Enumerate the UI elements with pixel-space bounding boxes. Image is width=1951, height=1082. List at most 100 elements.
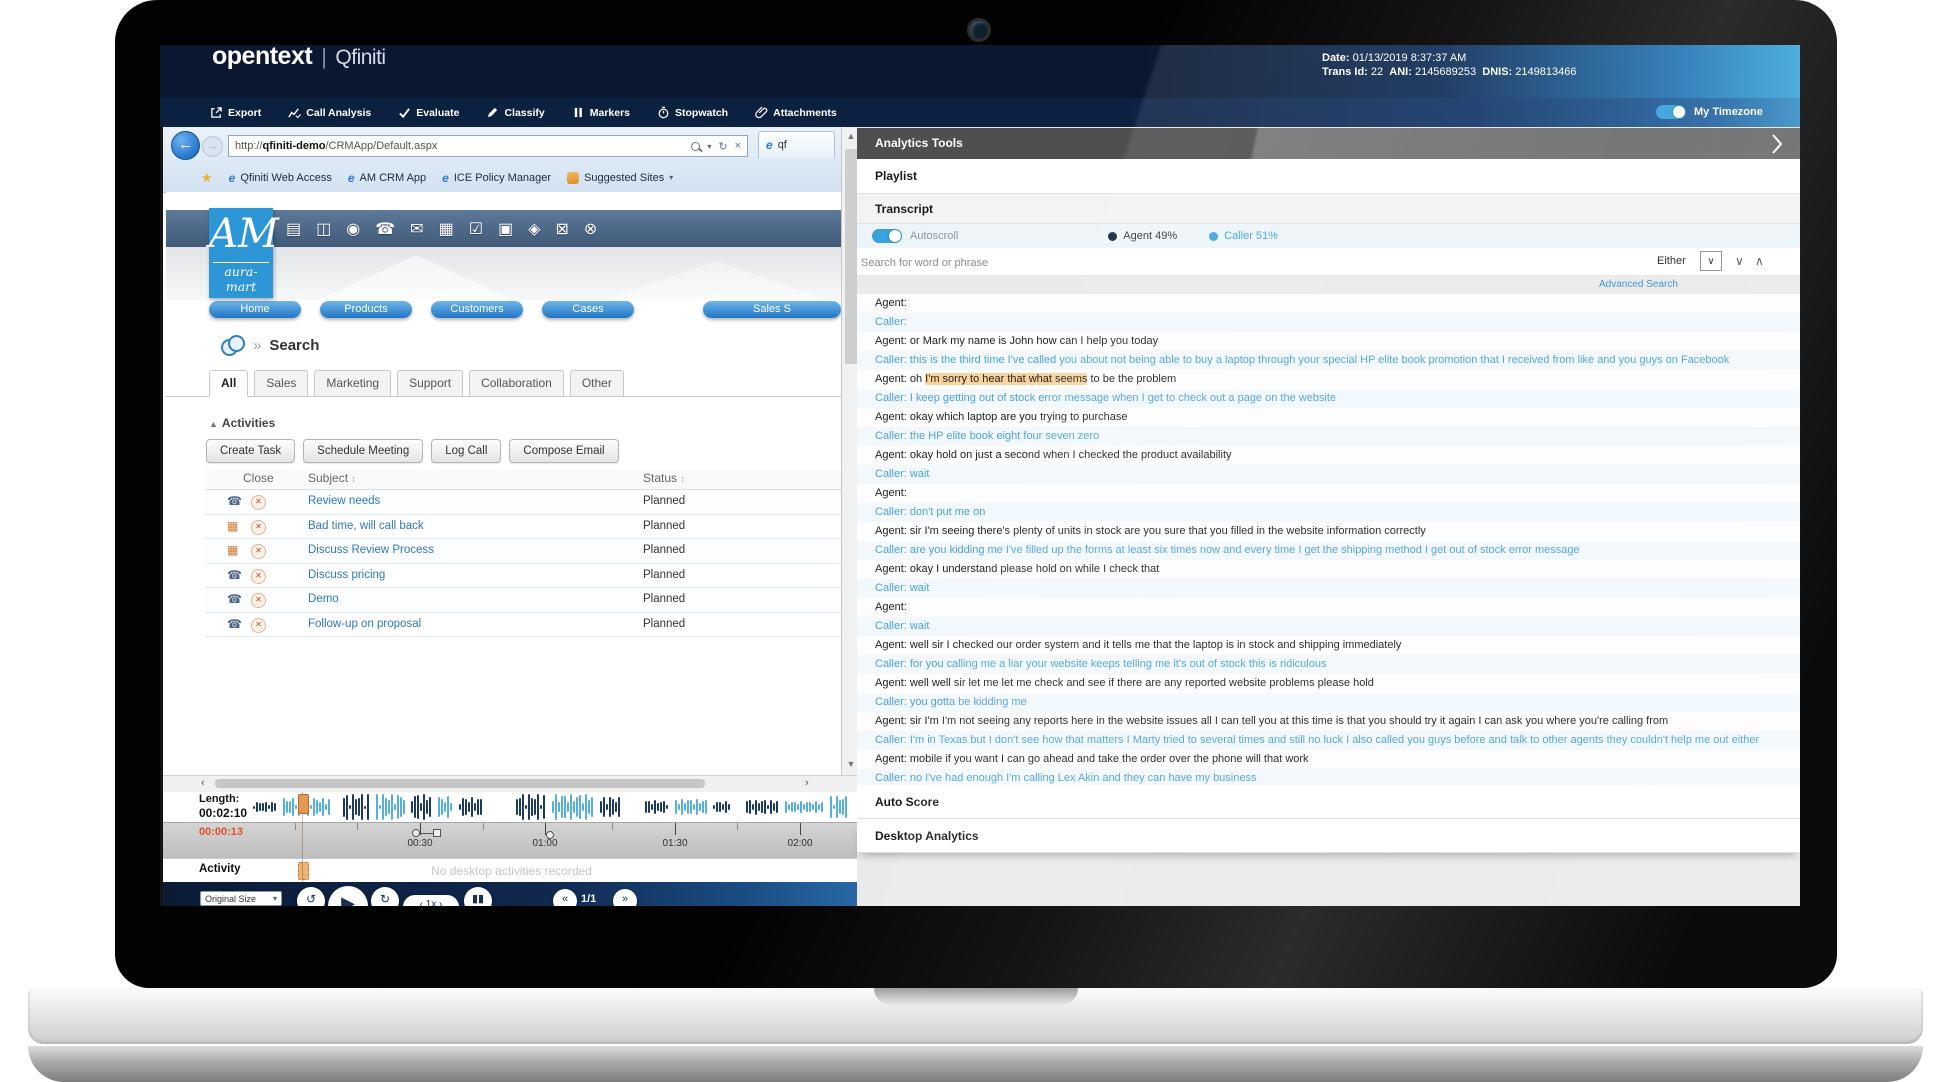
col-status[interactable]: Status↕ xyxy=(643,471,685,485)
transcript-line[interactable]: Agent: xyxy=(857,598,1800,617)
toolbar-item-classify[interactable]: Classify xyxy=(486,106,544,119)
timezone-toggle[interactable] xyxy=(1656,105,1686,119)
scroll-right-icon[interactable]: › xyxy=(805,777,809,789)
briefcase-icon[interactable]: ◫ xyxy=(316,219,331,239)
close-circle-icon[interactable]: ⊗ xyxy=(584,219,597,239)
transcript-line[interactable]: Caller: I keep getting out of stock erro… xyxy=(857,389,1800,408)
browser-forward-button[interactable]: → xyxy=(202,136,223,157)
scrollbar-thumb[interactable] xyxy=(845,149,857,364)
transcript-line[interactable]: Agent: okay which laptop are you trying … xyxy=(857,408,1800,427)
forward-button[interactable]: ↻ xyxy=(371,887,399,906)
transcript-line[interactable]: Agent: okay I understand please hold on … xyxy=(857,560,1800,579)
tab-sales[interactable]: Sales xyxy=(254,370,308,397)
favorites-star-icon[interactable]: ★ xyxy=(201,170,213,186)
table-row[interactable]: ▦✕Bad time, will call backPlanned xyxy=(205,515,841,540)
transcript-line[interactable]: Agent: mobile if you want I can go ahead… xyxy=(857,750,1800,769)
calendar-icon[interactable]: ▦ xyxy=(439,219,454,239)
search-doc-icon[interactable]: ◈ xyxy=(528,219,540,239)
rewind-button[interactable]: ↺ xyxy=(297,887,325,906)
subject-link[interactable]: Follow-up on proposal xyxy=(308,618,421,630)
table-row[interactable]: ☎✕Follow-up on proposalPlanned xyxy=(205,613,841,638)
col-close[interactable]: Close xyxy=(243,471,274,485)
toolbar-item-export[interactable]: Export xyxy=(210,106,261,119)
nav-customers[interactable]: Customers xyxy=(431,301,523,318)
close-icon[interactable]: ✕ xyxy=(251,544,266,559)
browser-tab[interactable]: e qf xyxy=(758,131,835,158)
close-icon[interactable]: × xyxy=(735,140,741,152)
nav-sales-s[interactable]: Sales S xyxy=(703,301,841,318)
audio-waveform[interactable] xyxy=(253,792,851,822)
favorite-suggested-sites[interactable]: Suggested Sites▾ xyxy=(567,172,673,184)
favorite-qfiniti-web-access[interactable]: eQfiniti Web Access xyxy=(229,171,332,185)
transcript-search-input[interactable] xyxy=(859,250,1543,275)
analytics-tools-header[interactable]: Analytics Tools xyxy=(857,128,1800,159)
advanced-search-link[interactable]: Advanced Search xyxy=(1599,279,1678,290)
transcript-line[interactable]: Caller: this is the third time I've call… xyxy=(857,351,1800,370)
activity-marker-icon[interactable] xyxy=(298,862,309,880)
transcript-line[interactable]: Agent: well sir I checked our order syst… xyxy=(857,636,1800,655)
transcript-line[interactable]: Caller: don't put me on xyxy=(857,503,1800,522)
transcript-line[interactable]: Caller: are you kidding me I've filled u… xyxy=(857,541,1800,560)
transcript-line[interactable]: Agent: oh I'm sorry to hear that what se… xyxy=(857,370,1800,389)
transcript-line[interactable]: Caller: xyxy=(857,313,1800,332)
playback-speed-control[interactable]: ‹ 1x › xyxy=(403,895,459,906)
close-icon[interactable]: ✕ xyxy=(251,618,266,633)
refresh-icon[interactable]: ↻ xyxy=(718,140,727,153)
match-mode-select[interactable]: ∨ xyxy=(1700,251,1722,271)
nav-home[interactable]: Home xyxy=(209,301,301,318)
nav-cases[interactable]: Cases xyxy=(542,301,634,318)
tab-all[interactable]: All xyxy=(209,370,248,397)
waveform-row[interactable]: Length: 00:02:10 xyxy=(163,792,860,822)
compose-email-button[interactable]: Compose Email xyxy=(509,439,618,463)
phone-icon[interactable]: ☎ xyxy=(375,219,395,239)
tab-marketing[interactable]: Marketing xyxy=(314,370,391,397)
table-row[interactable]: ☎✕Review needsPlanned xyxy=(205,490,841,515)
transcript-line[interactable]: Agent: okay hold on just a second when I… xyxy=(857,446,1800,465)
search-icon[interactable] xyxy=(691,142,700,151)
favorite-am-crm-app[interactable]: eAM CRM App xyxy=(348,171,426,185)
notes-icon[interactable]: ▣ xyxy=(498,219,513,239)
favorite-ice-policy-manager[interactable]: eICE Policy Manager xyxy=(442,171,551,185)
transcript-line[interactable]: Agent: xyxy=(857,294,1800,313)
close-icon[interactable]: ✕ xyxy=(251,495,266,510)
subject-link[interactable]: Discuss pricing xyxy=(308,569,385,581)
schedule-meeting-button[interactable]: Schedule Meeting xyxy=(303,439,423,463)
activities-section-header[interactable]: ▲Activities xyxy=(209,416,275,430)
coins-icon[interactable]: ◉ xyxy=(346,219,360,239)
col-subject[interactable]: Subject↕ xyxy=(308,471,356,485)
transcript-line[interactable]: Agent: sir I'm I'm not seeing any report… xyxy=(857,712,1800,731)
subject-link[interactable]: Review needs xyxy=(308,495,380,507)
log-call-button[interactable]: Log Call xyxy=(431,439,501,463)
selection-handles[interactable] xyxy=(412,829,441,837)
subject-link[interactable]: Discuss Review Process xyxy=(308,544,434,556)
transcript-line[interactable]: Caller: the HP elite book eight four sev… xyxy=(857,427,1800,446)
section-auto-score[interactable]: Auto Score xyxy=(857,785,1800,819)
tab-support[interactable]: Support xyxy=(397,370,463,397)
scroll-left-icon[interactable]: ‹ xyxy=(201,777,205,789)
timeline-ruler[interactable]: 00:00:13 00:3001:0001:3002:00 xyxy=(163,822,860,858)
address-bar[interactable]: http://qfiniti-demo/CRMApp/Default.aspx … xyxy=(228,135,748,157)
transcript-line[interactable]: Caller: for you calling me a liar your w… xyxy=(857,655,1800,674)
transcript-line[interactable]: Caller: no I've had enough I'm calling L… xyxy=(857,769,1800,785)
sort-icon[interactable]: ↕ xyxy=(351,474,356,485)
transcript-line[interactable]: Agent: well well sir let me let me check… xyxy=(857,674,1800,693)
transcript-line[interactable]: Caller: I'm in Texas but I don't see how… xyxy=(857,731,1800,750)
table-row[interactable]: ☎✕DemoPlanned xyxy=(205,588,841,613)
calendar-close-icon[interactable]: ⊠ xyxy=(555,219,568,239)
horizontal-scrollbar[interactable]: ‹ › xyxy=(163,775,860,792)
close-icon[interactable]: ✕ xyxy=(251,593,266,608)
tab-collaboration[interactable]: Collaboration xyxy=(469,370,564,397)
contact-card-icon[interactable]: ▤ xyxy=(286,219,301,239)
toolbar-item-markers[interactable]: Markers xyxy=(572,106,630,119)
sort-icon[interactable]: ↕ xyxy=(680,474,685,485)
transcript-line[interactable]: Caller: wait xyxy=(857,579,1800,598)
browser-back-button[interactable]: ← xyxy=(171,131,200,160)
table-row[interactable]: ☎✕Discuss pricingPlanned xyxy=(205,564,841,589)
mail-icon[interactable]: ✉ xyxy=(410,219,423,239)
create-task-button[interactable]: Create Task xyxy=(206,439,295,463)
selection-handle[interactable] xyxy=(546,831,554,839)
timezone-toggle-group[interactable]: My Timezone xyxy=(1656,105,1763,119)
size-select[interactable]: Original Size▾ xyxy=(200,891,282,906)
table-row[interactable]: ▦✕Discuss Review ProcessPlanned xyxy=(205,539,841,564)
previous-match-icon[interactable]: ∧ xyxy=(1755,254,1764,268)
